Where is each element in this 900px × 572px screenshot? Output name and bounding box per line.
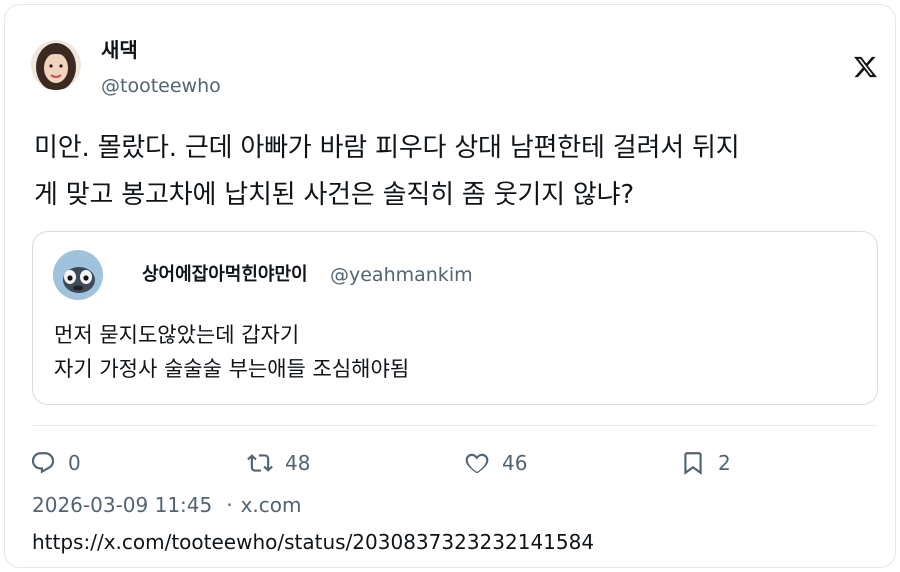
bookmark-count: 2 [718, 451, 731, 475]
author-avatar[interactable] [31, 40, 81, 90]
quoted-line: 자기 가정사 술술술 부는애들 조심해야됨 [54, 357, 410, 381]
tweet-meta: 2026-03-09 11:45 · x.com [32, 490, 302, 520]
author-handle[interactable]: @tooteewho [101, 72, 221, 100]
author-display-name[interactable]: 새댁 [101, 36, 138, 64]
heart-icon [465, 453, 489, 474]
tweet-card: 새댁 @tooteewho 미안. 몰랐다. 근데 아빠가 바람 피우다 상대 … [4, 4, 896, 568]
like-button[interactable]: 46 [464, 443, 527, 483]
x-logo-icon[interactable] [853, 52, 878, 82]
timestamp[interactable]: 2026-03-09 11:45 [32, 493, 212, 517]
reply-icon [31, 452, 55, 474]
retweet-count: 48 [285, 451, 311, 475]
retweet-button[interactable]: 48 [247, 443, 310, 483]
bookmark-icon [684, 452, 702, 475]
tweet-line: 게 맞고 봉고차에 납치된 사건은 솔직히 좀 웃기지 않냐? [34, 180, 634, 210]
action-bar: 0 48 46 2 [5, 443, 900, 483]
tweet-url[interactable]: https://x.com/tooteewho/status/203083732… [32, 527, 594, 557]
divider [33, 425, 877, 426]
quoted-text: 먼저 묻지도않았는데 갑자기 자기 가정사 술술술 부는애들 조심해야됨 [54, 318, 409, 386]
meta-separator: · [226, 493, 233, 517]
quoted-line: 먼저 묻지도않았는데 갑자기 [54, 323, 300, 347]
quoted-tweet[interactable]: 상어에잡아먹힌야만이 @yeahmankim 먼저 묻지도않았는데 갑자기 자기… [32, 231, 878, 405]
reply-button[interactable]: 0 [30, 443, 81, 483]
like-count: 46 [502, 451, 528, 475]
quoted-display-name[interactable]: 상어에잡아먹힌야만이 [142, 261, 308, 289]
quoted-author-avatar[interactable] [53, 250, 103, 300]
quoted-handle[interactable]: @yeahmankim [330, 261, 473, 289]
tweet-line: 미안. 몰랐다. 근데 아빠가 바람 피우다 상대 남편한테 걸려서 뒤지 [34, 133, 740, 163]
retweet-icon [247, 454, 273, 472]
source-link[interactable]: x.com [241, 493, 302, 517]
tweet-text: 미안. 몰랐다. 근데 아빠가 바람 피우다 상대 남편한테 걸려서 뒤지 게 … [34, 125, 884, 219]
reply-count: 0 [68, 451, 81, 475]
bookmark-button[interactable]: 2 [680, 443, 731, 483]
